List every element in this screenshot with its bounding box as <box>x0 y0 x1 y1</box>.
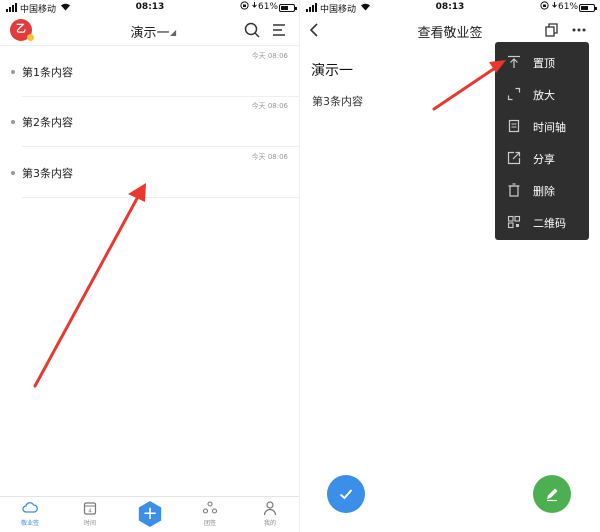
menu-item-share[interactable]: 分享 <box>495 141 589 173</box>
expand-icon <box>507 86 521 101</box>
more-options-menu: 置顶 放大 时间轴 分享 删除 二维码 <box>495 42 589 240</box>
svg-text:4: 4 <box>88 509 92 515</box>
menu-item-label: 分享 <box>533 153 555 166</box>
tab-label: 我的 <box>263 520 276 527</box>
menu-item-label: 放大 <box>533 89 555 102</box>
title-caret-icon: ◢ <box>170 28 177 37</box>
menu-item-delete[interactable]: 删除 <box>495 173 589 205</box>
share-icon <box>507 150 521 165</box>
tab-notes[interactable]: 敬业签 <box>10 500 50 527</box>
list-header: 乙 演示一 ◢ <box>0 16 300 46</box>
menu-item-label: 置顶 <box>533 57 555 70</box>
note-content: 第3条内容 <box>312 95 363 108</box>
note-time: 今天 08:06 <box>251 153 288 161</box>
battery-icon <box>579 4 597 12</box>
alarm-icon <box>251 1 258 12</box>
note-title: 演示一 <box>311 63 353 79</box>
person-icon <box>262 500 278 516</box>
orientation-lock-icon <box>540 1 549 13</box>
note-list-screen: 中国移动 08:13 61% 乙 演示一 ◢ 今天 08:06 第1条内容 今天… <box>0 0 300 532</box>
confirm-button[interactable] <box>327 475 365 513</box>
menu-item-pin-top[interactable]: 置顶 <box>495 45 589 77</box>
tab-label: 团签 <box>203 520 216 527</box>
menu-icon[interactable] <box>270 21 288 39</box>
note-list-item[interactable]: 今天 08:06 第1条内容 <box>0 47 300 97</box>
menu-item-label: 删除 <box>533 185 555 198</box>
note-text: 第3条内容 <box>22 167 73 180</box>
plus-icon: + <box>142 503 158 524</box>
pin-top-icon <box>507 54 521 68</box>
note-time: 今天 08:06 <box>251 102 288 110</box>
tab-group[interactable]: 团签 <box>190 500 230 527</box>
timeline-icon <box>507 118 521 133</box>
tab-time[interactable]: 4 时间 <box>70 500 110 527</box>
pencil-icon <box>547 488 558 502</box>
trash-icon <box>507 182 521 197</box>
calendar-icon: 4 <box>82 500 98 516</box>
alarm-icon <box>551 1 558 12</box>
note-text: 第2条内容 <box>22 116 73 129</box>
divider <box>22 146 300 147</box>
battery-icon <box>279 4 297 12</box>
orientation-lock-icon <box>240 1 249 13</box>
note-list-item[interactable]: 今天 08:06 第3条内容 <box>0 148 300 198</box>
note-bullet-icon <box>11 70 15 74</box>
menu-item-zoom[interactable]: 放大 <box>495 77 589 109</box>
status-bar: 中国移动 08:13 61% <box>300 0 600 16</box>
more-icon[interactable] <box>570 21 588 39</box>
note-list-item[interactable]: 今天 08:06 第2条内容 <box>0 97 300 147</box>
tab-profile[interactable]: 我的 <box>250 500 290 527</box>
menu-item-label: 时间轴 <box>533 121 566 134</box>
battery-percent: 61% <box>258 2 279 12</box>
check-icon <box>339 489 353 500</box>
divider <box>22 197 300 198</box>
note-bullet-icon <box>11 120 15 124</box>
qrcode-icon <box>507 214 521 229</box>
search-icon[interactable] <box>243 21 261 39</box>
edit-button[interactable] <box>533 475 571 513</box>
menu-item-qrcode[interactable]: 二维码 <box>495 205 589 237</box>
status-bar: 中国移动 08:13 61% <box>0 0 300 16</box>
menu-item-timeline[interactable]: 时间轴 <box>495 109 589 141</box>
note-time: 今天 08:06 <box>251 52 288 60</box>
note-text: 第1条内容 <box>22 66 73 79</box>
note-detail-screen: 中国移动 08:13 61% 查看敬业签 演示一 第3条内容 置顶 放大 时间轴… <box>300 0 600 532</box>
group-icon <box>202 500 218 516</box>
battery-percent: 61% <box>558 2 579 12</box>
tab-label: 时间 <box>83 520 96 527</box>
note-bullet-icon <box>11 171 15 175</box>
menu-item-label: 二维码 <box>533 217 566 230</box>
copy-icon[interactable] <box>542 21 560 39</box>
tab-label: 敬业签 <box>20 520 39 527</box>
cloud-icon <box>22 500 38 516</box>
